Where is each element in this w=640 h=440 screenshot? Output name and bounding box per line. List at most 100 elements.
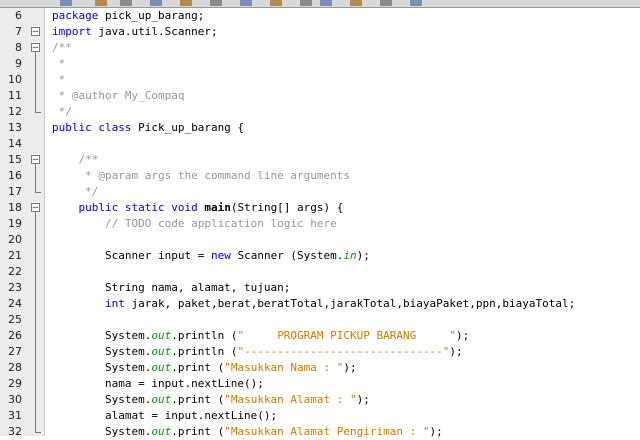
save-icon[interactable] — [180, 0, 192, 6]
profile-icon[interactable] — [350, 0, 362, 6]
code-token: package — [52, 9, 105, 22]
code-line[interactable]: 15− /** — [0, 152, 640, 168]
code-token: jarak, paket,berat,beratTotal,jarakTotal… — [131, 297, 576, 310]
copy-icon[interactable] — [240, 0, 252, 6]
code-token: .println ( — [171, 329, 238, 342]
code-token: /** — [52, 41, 72, 54]
line-number: 19 — [8, 217, 22, 230]
code-text: */ — [52, 184, 98, 200]
cut-icon[interactable] — [210, 0, 222, 6]
code-token: alamat = input.nextLine(); — [52, 409, 278, 422]
debug-icon[interactable] — [320, 0, 332, 6]
fold-toggle-icon[interactable]: − — [31, 203, 40, 212]
run-icon[interactable] — [300, 0, 312, 6]
code-token: (String[] args) { — [230, 201, 344, 214]
code-line[interactable]: 20 — [0, 232, 640, 248]
code-line[interactable]: 30 System.out.print ("Masukkan Alamat : … — [0, 392, 640, 408]
code-text: System.out.print ("Masukkan Alamat Pengi… — [52, 424, 443, 440]
code-token: Scanner (System. — [237, 249, 344, 262]
code-text: int jarak, paket,berat,beratTotal,jarakT… — [52, 296, 575, 312]
code-text: String nama, alamat, tujuan; — [52, 280, 290, 296]
code-token: public static void — [52, 201, 205, 214]
code-line[interactable]: 26 System.out.println (" PROGRAM PICKUP … — [0, 328, 640, 344]
line-number: 14 — [8, 137, 22, 150]
code-text: * @author My_Compaq — [52, 88, 185, 104]
fold-guide — [35, 164, 36, 192]
code-token: ); — [356, 393, 370, 406]
redo-icon[interactable] — [95, 0, 107, 6]
code-token: .println ( — [171, 345, 238, 358]
code-text: * — [52, 56, 66, 72]
code-line[interactable]: 9 * — [0, 56, 640, 72]
code-token: * @author My_Compaq — [52, 89, 185, 102]
code-line[interactable]: 8− /** — [0, 40, 640, 56]
code-token: .print ( — [171, 425, 225, 438]
code-line[interactable]: 25 — [0, 312, 640, 328]
code-line[interactable]: 32 System.out.print ("Masukkan Alamat Pe… — [0, 424, 640, 440]
fold-toggle-icon[interactable]: − — [31, 155, 40, 164]
stop-icon[interactable] — [380, 0, 392, 6]
code-line[interactable]: 10 * — [0, 72, 640, 88]
code-token: out — [151, 393, 172, 406]
code-text: import java.util.Scanner; — [52, 24, 218, 40]
code-token: int — [52, 297, 132, 310]
code-token: ); — [429, 425, 443, 438]
fold-toggle-icon[interactable]: − — [31, 43, 40, 52]
fold-toggle-icon[interactable]: − — [31, 27, 40, 36]
code-line[interactable]: 18− public static void main(String[] arg… — [0, 200, 640, 216]
code-token: System. — [52, 393, 152, 406]
code-line[interactable]: 21 Scanner input = new Scanner (System.i… — [0, 248, 640, 264]
open-project-icon[interactable] — [150, 0, 162, 6]
line-number: 31 — [8, 409, 22, 422]
settings-icon[interactable] — [410, 0, 422, 6]
code-token: new — [210, 249, 238, 262]
code-text: * @param args the command line arguments — [52, 168, 350, 184]
line-number: 22 — [8, 265, 22, 278]
code-line[interactable]: 29 nama = input.nextLine(); — [0, 376, 640, 392]
code-token: import — [52, 25, 99, 38]
new-file-icon[interactable] — [120, 0, 132, 6]
paste-icon[interactable] — [270, 0, 282, 6]
code-line[interactable]: 24 int jarak, paket,berat,beratTotal,jar… — [0, 296, 640, 312]
code-token: .print ( — [171, 393, 225, 406]
line-number: 15 — [8, 153, 22, 166]
line-number: 12 — [8, 105, 22, 118]
code-token: */ — [52, 185, 99, 198]
code-text: // TODO code application logic here — [52, 216, 337, 232]
code-token: in — [343, 249, 357, 262]
code-token: .print ( — [171, 361, 225, 374]
code-line[interactable]: 31 alamat = input.nextLine(); — [0, 408, 640, 424]
code-text: */ — [52, 104, 72, 120]
code-line[interactable]: 11 * @author My_Compaq — [0, 88, 640, 104]
line-number: 16 — [8, 169, 22, 182]
code-line[interactable]: 16 * @param args the command line argume… — [0, 168, 640, 184]
code-token: ); — [343, 361, 357, 374]
code-token: "Masukkan Alamat Pengiriman : " — [224, 425, 430, 438]
code-token: ); — [356, 249, 370, 262]
code-token: main — [204, 201, 231, 214]
code-line[interactable]: 6 package pick_up_barang; — [0, 8, 640, 24]
code-line[interactable]: 28 System.out.print ("Masukkan Nama : ")… — [0, 360, 640, 376]
code-line[interactable]: 27 System.out.println ("----------------… — [0, 344, 640, 360]
line-number: 28 — [8, 361, 22, 374]
code-line[interactable]: 23 String nama, alamat, tujuan; — [0, 280, 640, 296]
line-number: 21 — [8, 249, 22, 262]
code-text: System.out.print ("Masukkan Nama : "); — [52, 360, 357, 376]
code-line[interactable]: 19 // TODO code application logic here — [0, 216, 640, 232]
line-number: 23 — [8, 281, 22, 294]
code-text: Scanner input = new Scanner (System.in); — [52, 248, 370, 264]
code-token: " PROGRAM PICKUP BARANG " — [237, 329, 456, 342]
code-text: /** — [52, 40, 72, 56]
line-number: 9 — [15, 57, 22, 70]
undo-icon[interactable] — [60, 0, 72, 6]
code-token: ); — [456, 329, 470, 342]
code-line[interactable]: 14 — [0, 136, 640, 152]
fold-guide — [35, 212, 36, 432]
fold-guide-end — [35, 432, 41, 433]
code-line[interactable]: 22 — [0, 264, 640, 280]
code-line[interactable]: 17 */ — [0, 184, 640, 200]
code-line[interactable]: 13 public class Pick_up_barang { — [0, 120, 640, 136]
code-line[interactable]: 7− import java.util.Scanner; — [0, 24, 640, 40]
code-line[interactable]: 12 */ — [0, 104, 640, 120]
code-token: Pick_up_barang { — [138, 121, 245, 134]
